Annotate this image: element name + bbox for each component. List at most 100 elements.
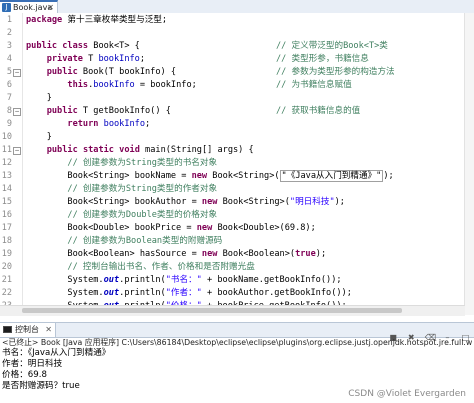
code-token: // 创建参数为String类型的书名对象	[26, 158, 218, 168]
watermark: CSDN @Violet Evergarden	[348, 389, 466, 399]
code-line[interactable]: 17 Book<Double> bookPrice = new Book<Dou…	[0, 222, 474, 235]
code-line[interactable]: 20 // 控制台输出书名、作者、价格和是否附赠光盘	[0, 261, 474, 274]
line-number: 3	[6, 41, 12, 51]
line-number: 6	[6, 80, 12, 90]
code-token: public	[46, 67, 78, 77]
code-token: // 控制台输出书名、作者、价格和是否附赠光盘	[26, 262, 255, 272]
fold-toggle-icon[interactable]: −	[13, 108, 21, 116]
code-token: new	[201, 249, 218, 259]
code-line[interactable]: 8− public T getBookInfo() {// 获取书籍信息的值	[0, 105, 474, 118]
code-text: Book<String> bookAuthor = new Book<Strin…	[26, 196, 345, 209]
code-token: private	[46, 54, 83, 64]
code-token: ;	[145, 119, 151, 129]
horizontal-scrollbar-thumb[interactable]	[22, 308, 402, 313]
code-token: new	[196, 223, 213, 233]
horizontal-scrollbar[interactable]	[0, 305, 465, 316]
code-line[interactable]: 7 }	[0, 92, 474, 105]
code-line[interactable]: 2	[0, 27, 474, 40]
code-token: 第十三章枚举类型与泛型;	[62, 15, 168, 25]
code-token: true	[295, 249, 316, 259]
line-number: 14	[1, 184, 12, 194]
code-line[interactable]: 18 // 创建参数为Boolean类型的附赠源码	[0, 235, 474, 248]
code-token: public	[46, 106, 78, 116]
line-number: 9	[6, 119, 12, 129]
code-comment: // 为书籍信息赋值	[276, 80, 352, 90]
code-text: package 第十三章枚举类型与泛型;	[26, 14, 167, 27]
code-editor[interactable]: 1 package 第十三章枚举类型与泛型; 2 3 public class Book…	[0, 13, 474, 315]
code-line[interactable]: 12 // 创建参数为String类型的书名对象	[0, 157, 474, 170]
code-token: // 创建参数为String类型的作者对象	[26, 184, 218, 194]
console-tabbar: 控制台 ✕ ■ ✖ ⌫ – □	[0, 322, 474, 342]
code-line[interactable]: 22 System.out.println("作者：" + bookAuthor…	[0, 287, 474, 300]
code-token: // 创建参数为Double类型的价格对象	[26, 210, 218, 220]
code-line[interactable]: 11− public static void main(String[] arg…	[0, 144, 474, 157]
close-icon[interactable]: ✕	[47, 2, 54, 13]
console-output-line: 作者：明日科技	[2, 359, 63, 369]
code-token: ;	[139, 54, 146, 64]
code-text: }	[26, 131, 52, 144]
line-number: 12	[1, 158, 12, 168]
code-line[interactable]: 19 Book<Boolean> hasSource = new Book<Bo…	[0, 248, 474, 261]
code-token: "书名："	[165, 275, 202, 285]
code-text: return bookInfo;	[26, 118, 150, 131]
code-token: out	[103, 288, 120, 298]
code-token: );	[383, 171, 394, 181]
java-file-icon: J	[2, 3, 11, 12]
code-line[interactable]: 15 Book<String> bookAuthor = new Book<St…	[0, 196, 474, 209]
code-token: // 创建参数为Boolean类型的附赠源码	[26, 236, 223, 246]
code-line[interactable]: 21 System.out.println("书名：" + bookName.g…	[0, 274, 474, 287]
code-text: Book<Double> bookPrice = new Book<Double…	[26, 222, 315, 235]
code-line[interactable]: 1 package 第十三章枚举类型与泛型;	[0, 14, 474, 27]
code-line[interactable]: 5− public Book(T bookInfo) {// 参数为类型形参的构…	[0, 66, 474, 79]
code-token: }	[26, 93, 52, 103]
console-tab-label: 控制台	[15, 325, 39, 334]
code-text: Book<String> bookName = new Book<String>…	[26, 170, 394, 183]
code-token: System.	[26, 288, 104, 298]
console-output-line: 是否附赠源码？true	[2, 381, 80, 391]
code-line[interactable]: 4 private T bookInfo; // 类型形参，书籍信息	[0, 53, 474, 66]
code-line[interactable]: 14 // 创建参数为String类型的作者对象	[0, 183, 474, 196]
code-token: bookInfo	[98, 54, 140, 64]
code-token: static	[82, 145, 114, 155]
console-tab[interactable]: 控制台 ✕	[0, 323, 56, 337]
code-line[interactable]: 10 }	[0, 131, 474, 144]
line-number: 11	[1, 145, 12, 155]
code-token: Book<Boolean> hasSource =	[26, 249, 202, 259]
code-text: public class Book<T> {	[26, 40, 140, 53]
code-comment: // 定义带泛型的Book<T>类	[276, 41, 388, 51]
code-line[interactable]: 3 public class Book<T> { // 定义带泛型的Book<T>类	[0, 40, 474, 53]
close-icon[interactable]: ✕	[45, 323, 52, 337]
code-line[interactable]: 16 // 创建参数为Double类型的价格对象	[0, 209, 474, 222]
line-number: 21	[1, 275, 12, 285]
code-line[interactable]: 6 this.bookInfo = bookInfo; // 为书籍信息赋值	[0, 79, 474, 92]
code-token: + bookName.getBookInfo());	[201, 275, 342, 285]
code-token: main(String[] args) {	[139, 145, 254, 155]
fold-toggle-icon[interactable]: −	[13, 69, 21, 77]
code-token: "明日科技"	[289, 197, 335, 207]
code-token: .println(	[119, 275, 166, 285]
code-line[interactable]: 9 return bookInfo;	[0, 118, 474, 131]
code-token: Book<T> {	[88, 41, 140, 51]
code-text: Book<Boolean> hasSource = new Book<Boole…	[26, 248, 326, 261]
code-text: // 创建参数为Double类型的价格对象	[26, 209, 217, 222]
code-text: }	[26, 92, 52, 105]
fold-toggle-icon[interactable]: −	[13, 147, 21, 155]
vertical-scrollbar[interactable]	[464, 13, 474, 315]
editor-tab-book-java[interactable]: J Book.java ✕	[0, 0, 58, 13]
line-number: 7	[6, 93, 12, 103]
console-launch-header: <已终止> Book [Java 应用程序] C:\Users\86184\De…	[2, 338, 472, 347]
code-comment: // 获取书籍信息的值	[276, 106, 361, 116]
line-number: 19	[1, 249, 12, 259]
code-token: out	[103, 275, 120, 285]
console-toolbar: ■ ✖ ⌫ – □	[385, 325, 470, 342]
code-token: .println(	[119, 288, 166, 298]
line-number: 20	[1, 262, 12, 272]
code-line[interactable]: 13 Book<String> bookName = new Book<Stri…	[0, 170, 474, 183]
code-text: System.out.println("作者：" + bookAuthor.ge…	[26, 287, 352, 300]
code-token: new	[201, 197, 218, 207]
code-text: // 创建参数为Boolean类型的附赠源码	[26, 235, 222, 248]
code-token: bookInfo	[93, 80, 135, 90]
